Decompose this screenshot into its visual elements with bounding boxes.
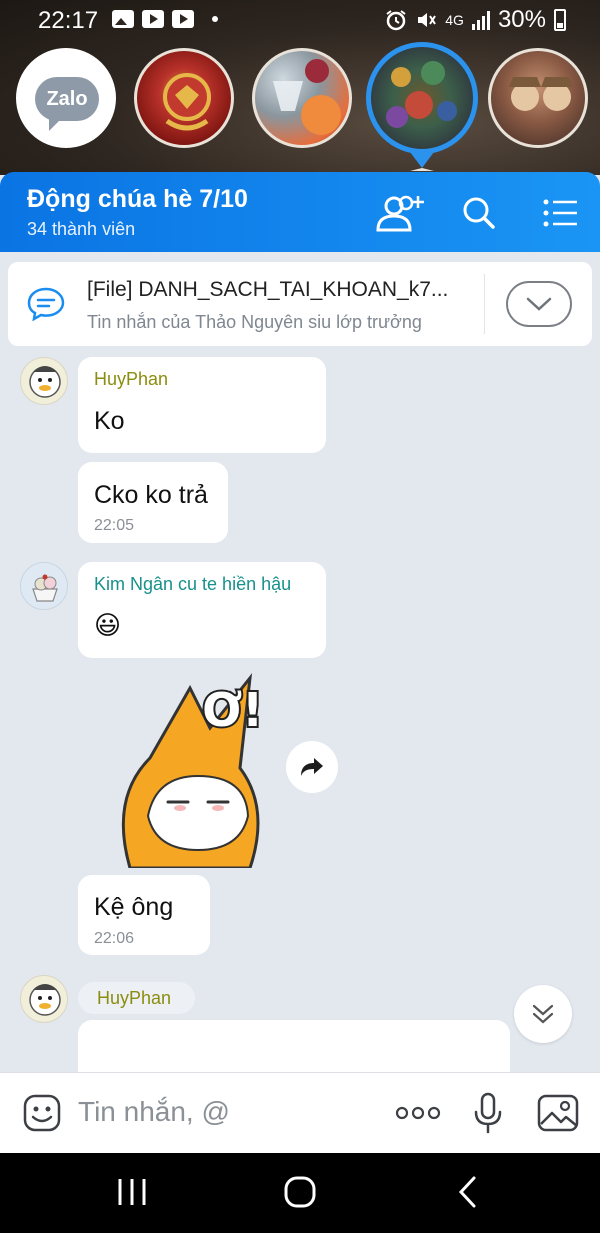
doodle-avatar-icon [386,61,457,128]
duck-avatar-icon [29,984,61,1016]
list-menu-icon [543,199,577,227]
more-notifications-dot-icon [212,16,218,22]
emoji-message: 😃 [94,610,122,640]
chat-head-avatar-2[interactable] [252,48,352,148]
pinned-divider [484,274,485,334]
sticker-message[interactable]: Ơ! [110,668,280,870]
message-time: 22:06 [94,930,135,947]
message-text: Kệ ông [94,893,174,921]
more-options-button[interactable] [394,1091,442,1135]
message-bubble[interactable] [78,1020,510,1072]
add-member-icon [376,195,424,232]
scroll-to-bottom-button[interactable] [514,985,572,1043]
pinned-chat-icon [27,287,65,322]
dessert-avatar-icon [32,574,58,602]
message-time: 22:05 [94,517,135,534]
voice-message-button[interactable] [468,1091,508,1135]
recent-apps-button[interactable] [102,1168,162,1216]
battery-icon [554,9,566,31]
forward-button[interactable] [286,741,338,793]
home-icon [284,1176,316,1208]
message-text: Ko [94,407,125,435]
youtube-notification-icon [142,10,164,28]
more-dots-icon [395,1106,441,1120]
search-button[interactable] [452,188,506,238]
sender-name[interactable]: HuyPhan [94,369,168,390]
fox-sticker-icon: Ơ! [121,673,265,870]
double-chevron-down-icon [532,1004,554,1024]
avatar-kim-ngan[interactable] [20,562,68,610]
back-icon [458,1176,476,1208]
youtube-notification-icon-2 [172,10,194,28]
avatar-huyphan[interactable] [20,975,68,1023]
duck-avatar-icon [29,366,61,398]
gallery-button[interactable] [536,1091,580,1135]
avatar-huyphan[interactable] [20,357,68,405]
chat-head-zalo[interactable]: Zalo [16,48,116,148]
message-bubble[interactable]: Cko ko trả 22:05 [78,462,228,543]
network-type: 4G [445,12,464,28]
microphone-icon [474,1092,502,1134]
chat-head-avatar-1[interactable] [134,48,234,148]
group-title[interactable]: Động chúa hè 7/10 [27,185,248,214]
alarm-icon [386,10,406,31]
emoji-icon [23,1094,61,1132]
expand-pinned-button[interactable] [506,281,572,327]
chat-header: Động chúa hè 7/10 34 thành viên [0,172,600,252]
sender-name[interactable]: Kim Ngân cu te hiền hậu [94,574,291,595]
mute-icon [418,13,437,27]
gallery-notification-icon [112,10,134,28]
message-bubble[interactable]: Kệ ông 22:06 [78,875,210,955]
member-count[interactable]: 34 thành viên [27,219,135,240]
sticker-button[interactable] [20,1091,64,1135]
sender-name: HuyPhan [97,988,172,1008]
pinned-title: [File] DANH_SACH_TAI_KHOAN_k7... [87,278,449,301]
image-icon [537,1094,579,1132]
back-button[interactable] [438,1168,498,1216]
search-icon [463,197,495,229]
active-chat-indicator-icon [410,152,434,171]
message-bubble[interactable]: Kim Ngân cu te hiền hậu 😃 [78,562,326,658]
chevron-down-icon [526,297,552,311]
status-bar: 22:17 4G 30% [0,0,600,42]
status-time: 22:17 [38,7,99,34]
add-member-button[interactable] [374,188,428,238]
zalo-logo-icon: Zalo [35,77,99,131]
chat-head-avatar-active[interactable] [366,42,478,154]
pinned-message[interactable]: [File] DANH_SACH_TAI_KHOAN_k7... Tin nhắ… [8,262,592,346]
message-bubble[interactable]: HuyPhan Ko [78,357,326,453]
sender-name-pill[interactable]: HuyPhan [78,982,195,1014]
menu-button[interactable] [533,188,587,238]
home-button[interactable] [270,1168,330,1216]
message-text: Cko ko trả [94,481,208,509]
pinned-subtitle: Tin nhắn của Thảo Nguyên siu lớp trưởng [87,312,422,332]
message-input[interactable] [78,1092,378,1132]
recent-apps-icon [118,1179,146,1205]
signal-icon [471,10,490,30]
forward-icon [301,758,323,776]
chat-head-avatar-4[interactable] [488,48,588,148]
battery-percent: 30% [497,6,546,33]
sticker-text: Ơ! [202,683,263,737]
